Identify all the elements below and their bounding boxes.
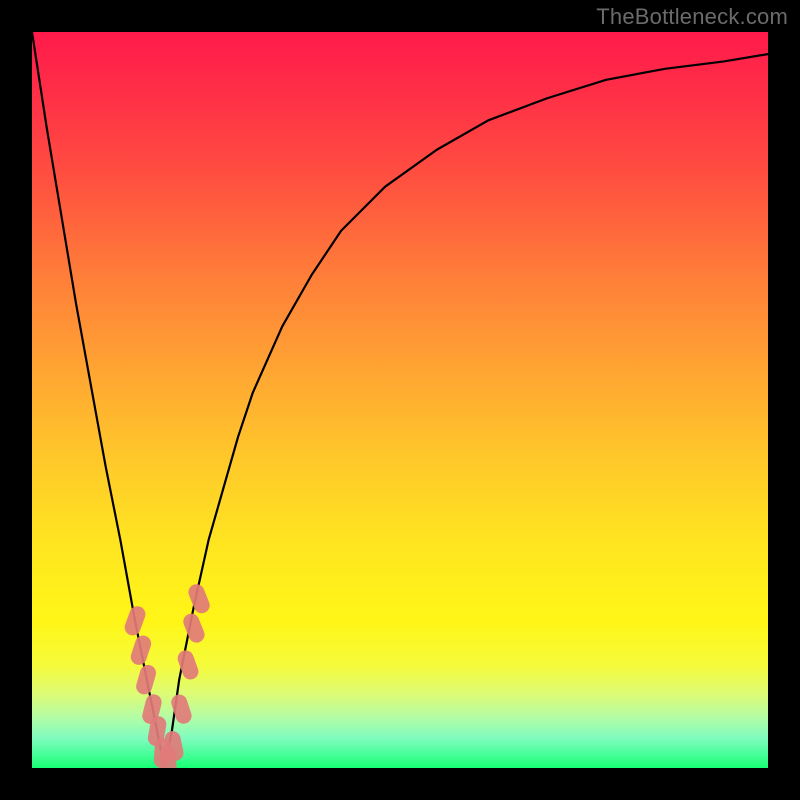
highlight-lozenge	[134, 663, 158, 696]
chart-svg	[32, 32, 768, 768]
plot-area	[32, 32, 768, 768]
watermark-text: TheBottleneck.com	[596, 4, 788, 30]
highlight-lozenge	[129, 634, 153, 667]
highlight-lozenge	[186, 582, 212, 616]
chart-container: TheBottleneck.com	[0, 0, 800, 800]
highlight-lozenge	[122, 604, 147, 638]
highlight-lozenge	[181, 611, 207, 645]
highlight-points	[122, 582, 212, 768]
